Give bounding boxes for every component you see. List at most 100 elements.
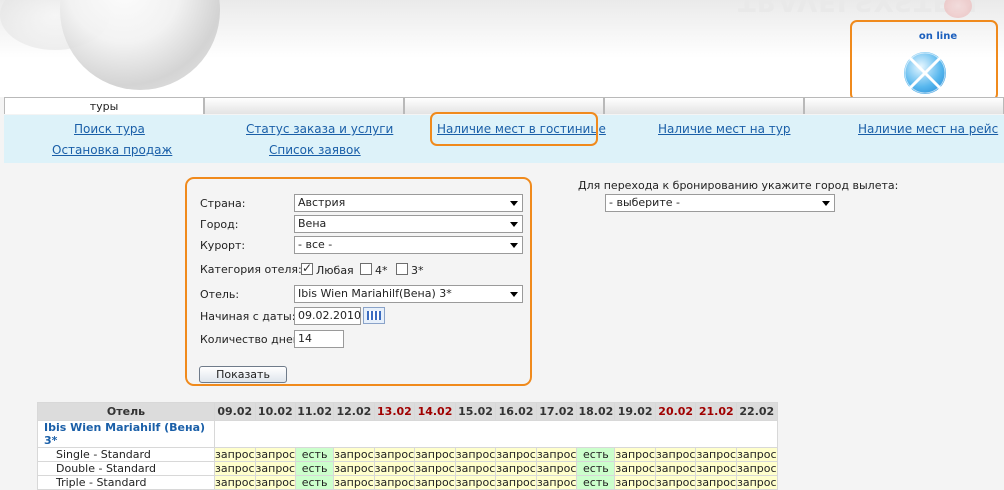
availability-cell[interactable]: запрос: [373, 461, 416, 476]
availability-cell[interactable]: запрос: [535, 447, 578, 462]
link-order-list[interactable]: Список заявок: [269, 143, 361, 157]
date-header: 10.02: [254, 402, 297, 421]
availability-cell[interactable]: запрос: [214, 475, 256, 490]
availability-cell[interactable]: запрос: [254, 447, 297, 462]
resort-select[interactable]: - все -: [294, 236, 523, 254]
availability-cell[interactable]: запрос: [214, 447, 256, 462]
availability-cell[interactable]: запрос: [254, 475, 297, 490]
availability-cell[interactable]: запрос: [495, 475, 537, 490]
availability-cell[interactable]: есть: [295, 447, 335, 462]
category-4-label: 4*: [375, 264, 388, 277]
chevron-down-icon: [510, 201, 518, 206]
availability-cell[interactable]: запрос: [254, 461, 297, 476]
availability-cell[interactable]: запрос: [495, 461, 537, 476]
availability-cell[interactable]: запрос: [614, 461, 656, 476]
availability-cell[interactable]: есть: [576, 475, 616, 490]
room-type: Double - Standard: [37, 461, 215, 476]
category-any-label: Любая: [316, 264, 354, 277]
hotel-select[interactable]: Ibis Wien Mariahilf(Вена) 3*: [294, 285, 523, 303]
date-header: 16.02: [495, 402, 537, 421]
availability-cell[interactable]: запрос: [454, 475, 497, 490]
hotel-name[interactable]: Ibis Wien Mariahilf (Вена) 3*: [37, 420, 215, 448]
availability-cell[interactable]: запрос: [695, 461, 738, 476]
availability-cell[interactable]: запрос: [695, 447, 738, 462]
table-row: Single - Standard запрос запрос есть запрос з…: [37, 447, 778, 462]
show-button[interactable]: Показать: [199, 366, 287, 383]
availability-cell[interactable]: запрос: [736, 461, 778, 476]
availability-cell[interactable]: запрос: [535, 461, 578, 476]
availability-cell[interactable]: запрос: [495, 447, 537, 462]
link-tour-search[interactable]: Поиск тура: [74, 122, 145, 136]
chevron-down-icon: [510, 243, 518, 248]
tab-5[interactable]: [804, 97, 1004, 114]
availability-cell[interactable]: запрос: [333, 447, 375, 462]
availability-cell[interactable]: есть: [295, 475, 335, 490]
departure-select[interactable]: - выберите -: [605, 194, 835, 212]
category-4-checkbox[interactable]: [360, 263, 372, 275]
availability-cell[interactable]: запрос: [695, 475, 738, 490]
availability-cell[interactable]: есть: [576, 461, 616, 476]
resort-label: Курорт:: [200, 239, 246, 252]
decorative-orb: [60, 0, 220, 90]
city-value: Вена: [298, 217, 327, 230]
date-header: 17.02: [535, 402, 578, 421]
availability-cell[interactable]: запрос: [373, 475, 416, 490]
resort-value: - все -: [298, 238, 333, 251]
table-row: Double - Standard запрос запрос есть запрос з…: [37, 461, 778, 476]
availability-cell[interactable]: запрос: [333, 461, 375, 476]
date-header: 22.02: [736, 402, 778, 421]
days-input[interactable]: 14: [294, 330, 344, 348]
city-label: Город:: [200, 218, 239, 231]
availability-cell[interactable]: запрос: [614, 475, 656, 490]
availability-cell[interactable]: запрос: [414, 447, 456, 462]
availability-cell[interactable]: запрос: [654, 461, 697, 476]
availability-cell[interactable]: запрос: [454, 461, 497, 476]
hotel-row: Ibis Wien Mariahilf (Вена) 3*: [37, 420, 778, 448]
availability-cell[interactable]: запрос: [373, 447, 416, 462]
country-value: Австрия: [298, 196, 346, 209]
hotel-value: Ibis Wien Mariahilf(Вена) 3*: [298, 287, 452, 300]
category-3-checkbox[interactable]: [396, 263, 408, 275]
date-header: 15.02: [454, 402, 497, 421]
link-tour-availability[interactable]: Наличие мест на тур: [658, 122, 791, 136]
availability-cell[interactable]: запрос: [654, 475, 697, 490]
availability-cell[interactable]: запрос: [736, 447, 778, 462]
chevron-down-icon: [822, 201, 830, 206]
availability-cell[interactable]: запрос: [214, 461, 256, 476]
date-header: 19.02: [614, 402, 656, 421]
date-header: 21.02: [695, 402, 738, 421]
chevron-down-icon: [510, 292, 518, 297]
start-date-input[interactable]: 09.02.2010: [294, 307, 361, 325]
online-badge[interactable]: on line: [850, 20, 998, 101]
date-header: 20.02: [654, 402, 697, 421]
date-header: 09.02: [214, 402, 256, 421]
date-header: 12.02: [333, 402, 375, 421]
calendar-icon[interactable]: [363, 307, 385, 324]
availability-cell[interactable]: есть: [576, 447, 616, 462]
availability-cell[interactable]: запрос: [414, 475, 456, 490]
tab-tours[interactable]: туры: [4, 97, 204, 114]
country-label: Страна:: [200, 197, 246, 210]
availability-cell[interactable]: запрос: [654, 447, 697, 462]
tab-4[interactable]: [604, 97, 804, 114]
days-label: Количество дней:: [200, 333, 304, 346]
availability-cell[interactable]: запрос: [333, 475, 375, 490]
link-stop-sales[interactable]: Остановка продаж: [52, 143, 172, 157]
availability-cell[interactable]: запрос: [454, 447, 497, 462]
table-row: Triple - Standard запрос запрос есть запрос з…: [37, 475, 778, 490]
city-select[interactable]: Вена: [294, 215, 523, 233]
hotel-label: Отель:: [200, 288, 240, 301]
availability-cell[interactable]: запрос: [614, 447, 656, 462]
category-any-checkbox[interactable]: [301, 261, 313, 275]
highlight-hotel-availability: [430, 112, 598, 146]
availability-cell[interactable]: запрос: [736, 475, 778, 490]
date-header: 11.02: [295, 402, 335, 421]
availability-cell[interactable]: запрос: [414, 461, 456, 476]
availability-cell[interactable]: есть: [295, 461, 335, 476]
link-order-status[interactable]: Статус заказа и услуги: [246, 122, 393, 136]
date-header: 18.02: [576, 402, 616, 421]
availability-cell[interactable]: запрос: [535, 475, 578, 490]
link-flight-availability[interactable]: Наличие мест на рейс: [858, 122, 998, 136]
tab-2[interactable]: [204, 97, 404, 114]
country-select[interactable]: Австрия: [294, 194, 523, 212]
